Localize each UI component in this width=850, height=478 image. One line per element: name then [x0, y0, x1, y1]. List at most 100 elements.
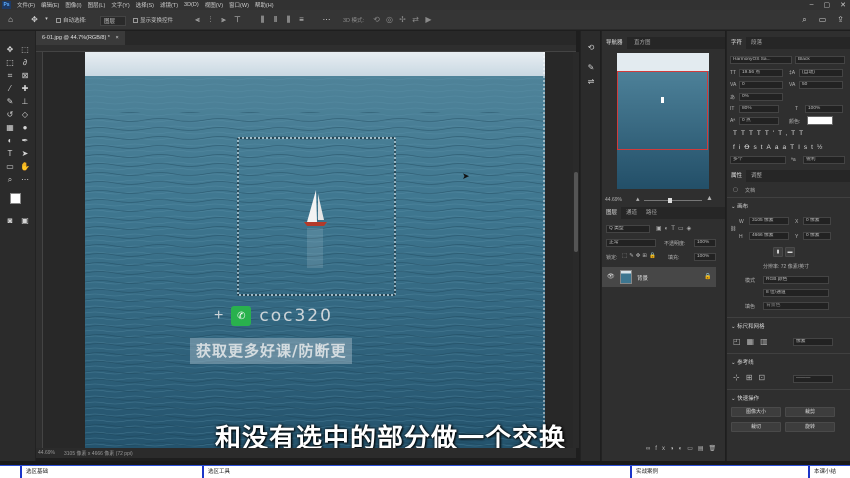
tab-channels[interactable]: 通道	[622, 207, 641, 219]
maximize-icon[interactable]: ▢	[824, 1, 831, 9]
menu-type[interactable]: 文字(Y)	[111, 1, 129, 9]
document-canvas[interactable]	[85, 52, 545, 448]
font-size-input[interactable]: 19.56 点	[739, 69, 783, 77]
landscape-orientation-button[interactable]: ▬	[785, 247, 795, 257]
artboard-tool-icon[interactable]: ⬚	[20, 45, 30, 55]
3d-pan-icon[interactable]: ✢	[398, 15, 407, 24]
show-transform-checkbox[interactable]: 显示变换控件	[133, 16, 173, 24]
crop-tool-icon[interactable]: ⌗	[5, 71, 15, 81]
fill-input[interactable]: 100%	[694, 253, 716, 261]
language-select[interactable]: 多个	[730, 156, 786, 164]
quick-mask-icon[interactable]: ◙	[5, 216, 15, 226]
layer-filter-icons[interactable]: ▣◐T▭◈	[656, 225, 694, 232]
font-style-select[interactable]: Black	[795, 56, 845, 64]
tab-navigator[interactable]: 导航器	[602, 37, 627, 49]
chapter-segment-1[interactable]: 选区基础	[20, 466, 202, 478]
stamp-tool-icon[interactable]: ⊥	[20, 97, 30, 107]
menu-select[interactable]: 选择(S)	[136, 1, 154, 9]
auto-select-checkbox[interactable]: 自动选择:	[56, 16, 87, 24]
type-tool-icon[interactable]: T	[5, 149, 15, 159]
color-mode-select[interactable]: RGB 颜色	[763, 276, 829, 284]
menu-file[interactable]: 文件(F)	[17, 1, 35, 9]
vertical-scale-input[interactable]: 80%	[739, 105, 779, 113]
menu-3d[interactable]: 3D(D)	[184, 2, 199, 8]
menu-filter[interactable]: 滤镜(T)	[160, 1, 178, 9]
text-style-buttons[interactable]: TTTTT'T,TT	[733, 130, 807, 137]
portrait-orientation-button[interactable]: ▮	[773, 247, 783, 257]
crop-button[interactable]: 裁剪	[785, 407, 835, 417]
healing-tool-icon[interactable]: ✚	[20, 84, 30, 94]
link-icon[interactable]: ⛓	[730, 226, 736, 232]
chevron-down-icon[interactable]: ▾	[42, 15, 51, 24]
blend-mode-select[interactable]: 正常	[606, 239, 656, 247]
width-input[interactable]: 3105 像素	[749, 217, 789, 225]
kerning-input[interactable]: 0	[739, 81, 783, 89]
chapter-segment-4[interactable]: 本课小结	[808, 466, 850, 478]
guide-icons[interactable]: ⊹⊞⊡	[733, 373, 771, 382]
guides-section-title[interactable]: ⌄ 参考线	[731, 358, 754, 366]
layers-footer-icons[interactable]: ∞fx◑◐▭▤🗑	[602, 445, 726, 457]
navigator-zoom-slider[interactable]	[644, 198, 702, 203]
history-brush-icon[interactable]: ↺	[5, 110, 15, 120]
dodge-tool-icon[interactable]: ◐	[5, 136, 15, 146]
canvas-section-title[interactable]: ⌄ 画布	[731, 202, 748, 210]
y-input[interactable]: 0 像素	[803, 232, 831, 240]
path-select-icon[interactable]: ➤	[20, 149, 30, 159]
tracking-input[interactable]: 50	[799, 81, 843, 89]
gradient-tool-icon[interactable]: ▦	[5, 123, 15, 133]
text-color-swatch[interactable]	[807, 116, 833, 125]
shape-tool-icon[interactable]: ▭	[5, 162, 15, 172]
align-hcenter-icon[interactable]: ⫶	[206, 15, 215, 24]
more-options-icon[interactable]: ⋯	[322, 15, 331, 24]
layer-filter-select[interactable]: Q 类型	[606, 225, 650, 233]
home-icon[interactable]: ⌂	[6, 15, 15, 24]
menu-view[interactable]: 视图(V)	[205, 1, 223, 9]
move-tool-icon[interactable]: ✥	[5, 45, 15, 55]
navigator-preview[interactable]	[617, 53, 709, 189]
height-input[interactable]: 4666 像素	[749, 232, 789, 240]
pen-tool-icon[interactable]: ✒	[20, 136, 30, 146]
menu-image[interactable]: 图像(I)	[65, 1, 81, 9]
zoom-out-icon[interactable]: ▴	[636, 195, 640, 203]
3d-slide-icon[interactable]: ⇄	[411, 15, 420, 24]
menu-help[interactable]: 帮助(H)	[255, 1, 274, 9]
workspace-icon[interactable]: ▭	[818, 15, 827, 24]
tab-layers[interactable]: 图层	[602, 207, 622, 219]
rotate-button[interactable]: 旋转	[785, 422, 835, 432]
image-size-button[interactable]: 图像大小	[731, 407, 781, 417]
marquee-tool-icon[interactable]: ⬚	[5, 58, 15, 68]
scroll-thumb[interactable]	[574, 172, 578, 252]
lock-icons[interactable]: ⬚✎✥⊞🔒	[622, 253, 658, 259]
menu-edit[interactable]: 编辑(E)	[41, 1, 59, 9]
brush-tool-icon[interactable]: ✎	[5, 97, 15, 107]
adjust-panel-icon[interactable]: ⇌	[586, 77, 596, 87]
align-left-icon[interactable]: ⫷	[193, 15, 202, 24]
opentype-buttons[interactable]: fiꝊstAaaTIst½	[733, 143, 826, 151]
navigator-zoom[interactable]: 44.69%	[605, 197, 622, 203]
tab-paragraph[interactable]: 段落	[747, 37, 766, 49]
trim-button[interactable]: 裁切	[731, 422, 781, 432]
tab-properties[interactable]: 属性	[727, 170, 747, 182]
tab-character[interactable]: 字符	[727, 37, 747, 49]
tab-paths[interactable]: 路径	[642, 207, 661, 219]
x-input[interactable]: 0 像素	[803, 217, 831, 225]
ruler-grid-icons[interactable]: ◰▦▥	[733, 337, 774, 346]
frame-tool-icon[interactable]: ⊠	[20, 71, 30, 81]
chapter-segment-2[interactable]: 选区工具	[202, 466, 630, 478]
bit-depth-select[interactable]: 8 位/通道	[763, 289, 829, 297]
close-tab-icon[interactable]: ×	[115, 35, 118, 41]
layer-mode-select[interactable]: 图层	[100, 16, 127, 26]
anti-alias-select[interactable]: 锐利	[803, 156, 845, 164]
distribute-center-icon[interactable]: ‖	[271, 15, 280, 24]
fill-select[interactable]: 背景色	[763, 302, 829, 310]
vertical-scrollbar[interactable]	[573, 52, 579, 448]
align-top-icon[interactable]: ⊤	[233, 15, 242, 24]
minimize-icon[interactable]: –	[810, 1, 814, 9]
foreground-color-swatch[interactable]	[10, 193, 21, 204]
distribute-right-icon[interactable]: ⫼	[284, 15, 293, 24]
menu-layer[interactable]: 图层(L)	[88, 1, 106, 9]
tab-adjustments[interactable]: 调整	[747, 170, 766, 182]
distribute-left-icon[interactable]: ⫼	[258, 15, 267, 24]
horizontal-scale-input[interactable]: 100%	[805, 105, 843, 113]
units-select[interactable]: 像素	[793, 338, 833, 346]
